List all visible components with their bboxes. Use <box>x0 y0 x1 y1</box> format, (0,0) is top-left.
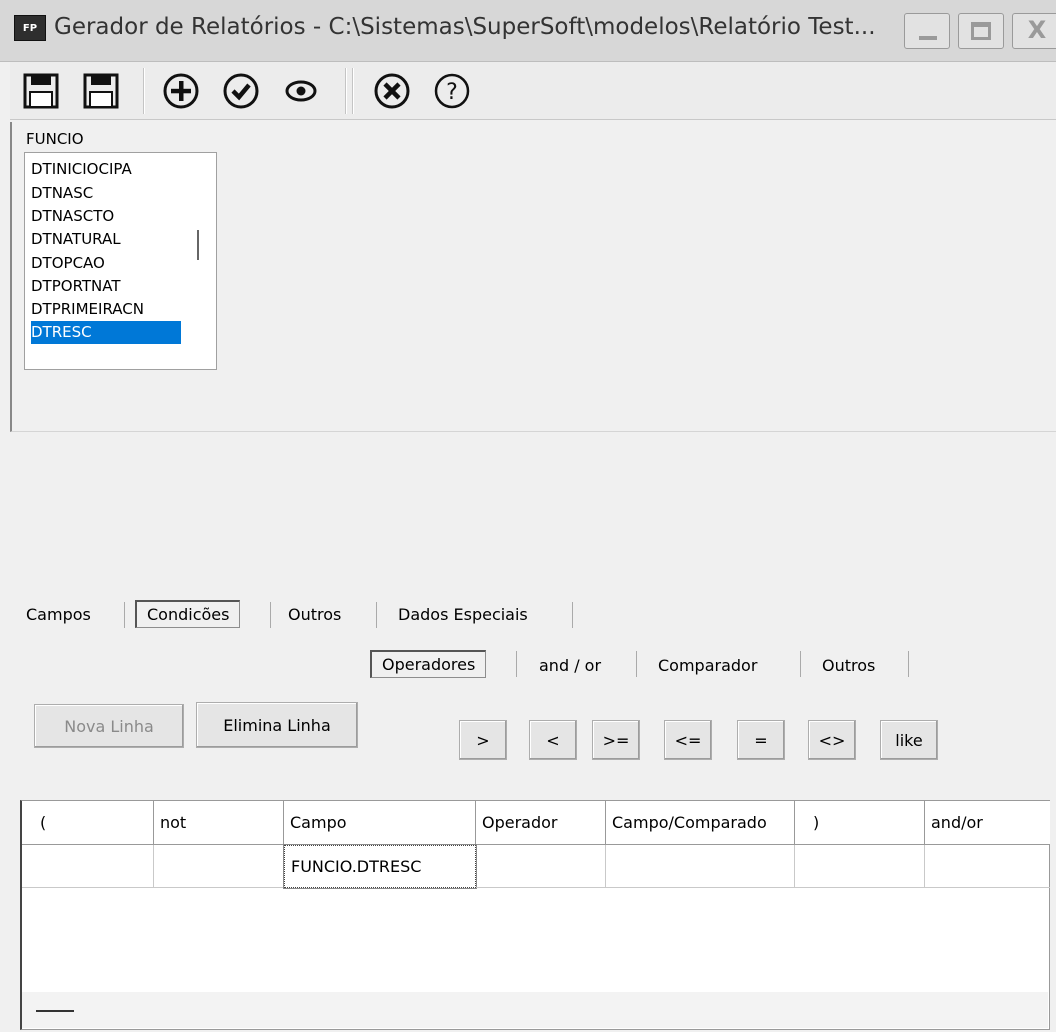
save-as-button[interactable] <box>80 70 122 112</box>
tab-separator <box>516 651 517 677</box>
operator-greater-button[interactable]: > <box>459 720 507 760</box>
tab-campos[interactable]: Campos <box>26 605 91 624</box>
save-icon <box>23 73 59 109</box>
list-item[interactable]: DTINICIOCIPA <box>31 158 181 181</box>
svg-text:?: ? <box>446 80 458 105</box>
grid-cell-campo[interactable]: FUNCIO.DTRESC <box>283 844 477 889</box>
close-window-button[interactable]: X <box>1012 13 1056 49</box>
tab-separator <box>908 651 909 677</box>
grid-scrollbar-thumb[interactable] <box>36 1010 74 1012</box>
list-item[interactable]: DTOPCAO <box>31 252 181 275</box>
tab-separator <box>800 651 801 677</box>
save-button[interactable] <box>20 70 62 112</box>
minimize-icon <box>919 36 937 40</box>
operator-not-equal-button[interactable]: <> <box>808 720 856 760</box>
grid-cell[interactable] <box>22 845 154 888</box>
grid-cell[interactable] <box>795 845 925 888</box>
operator-less-equal-button[interactable]: <= <box>664 720 712 760</box>
grid-cell[interactable] <box>476 845 606 888</box>
help-icon: ? <box>434 73 470 109</box>
grid-header-close-paren[interactable]: ) <box>795 801 925 845</box>
check-circle-icon <box>223 73 259 109</box>
operator-greater-equal-button[interactable]: >= <box>592 720 640 760</box>
tab-outros-sub[interactable]: Outros <box>822 656 875 675</box>
table-name-label: FUNCIO <box>26 130 84 148</box>
tab-separator <box>124 602 125 628</box>
add-button[interactable] <box>160 70 202 112</box>
grid-header-campo[interactable]: Campo <box>284 801 476 845</box>
grid-cell[interactable] <box>154 845 284 888</box>
list-item[interactable]: DTNASC <box>31 182 181 205</box>
toolbar-separator <box>143 68 145 114</box>
window-title: Gerador de Relatórios - C:\Sistemas\Supe… <box>54 14 876 40</box>
grid-header-and-or[interactable]: and/or <box>925 801 1050 845</box>
help-button[interactable]: ? <box>431 70 473 112</box>
close-icon: X <box>1027 16 1047 44</box>
operator-like-button[interactable]: like <box>880 720 938 760</box>
maximize-icon <box>971 22 991 40</box>
field-list[interactable]: DTINICIOCIPA DTNASC DTNASCTO DTNATURAL D… <box>24 152 217 370</box>
grid-header-open-paren[interactable]: ( <box>22 801 154 845</box>
toolbar-separator <box>352 68 354 114</box>
list-item[interactable]: DTNATURAL <box>31 228 181 251</box>
preview-button[interactable] <box>280 70 322 112</box>
tab-separator <box>572 602 573 628</box>
maximize-button[interactable] <box>958 13 1004 49</box>
tab-separator <box>636 651 637 677</box>
app-icon: FP <box>14 15 46 41</box>
list-item[interactable]: DTNASCTO <box>31 205 181 228</box>
new-line-button[interactable]: Nova Linha <box>34 704 184 748</box>
list-scrollbar-thumb[interactable] <box>197 230 199 260</box>
tab-dados-especiais[interactable]: Dados Especiais <box>398 605 528 624</box>
tab-condicoes[interactable]: Condicões <box>135 600 241 628</box>
grid-scrollbar[interactable] <box>22 992 1048 1028</box>
tab-outros[interactable]: Outros <box>288 605 341 624</box>
cancel-button[interactable] <box>371 70 413 112</box>
tab-separator <box>270 602 271 628</box>
grid-cell[interactable] <box>606 845 795 888</box>
tab-operadores[interactable]: Operadores <box>370 650 487 678</box>
operator-equal-button[interactable]: = <box>737 720 785 760</box>
toolbar-separator <box>345 68 347 114</box>
list-item[interactable]: DTPRIMEIRACN <box>31 298 181 321</box>
add-circle-icon <box>163 73 199 109</box>
tab-and-or[interactable]: and / or <box>539 656 601 675</box>
grid-header-operador[interactable]: Operador <box>476 801 606 845</box>
minimize-button[interactable] <box>904 13 950 49</box>
delete-line-button[interactable]: Elimina Linha <box>196 702 358 748</box>
tab-separator <box>376 602 377 628</box>
list-item[interactable]: DTPORTNAT <box>31 275 181 298</box>
grid-header-not[interactable]: not <box>154 801 284 845</box>
list-item-selected[interactable]: DTRESC <box>31 321 181 344</box>
grid-header-campo-comparador[interactable]: Campo/Comparado <box>606 801 795 845</box>
cancel-circle-icon <box>374 73 410 109</box>
operator-less-button[interactable]: < <box>529 720 577 760</box>
tab-comparador[interactable]: Comparador <box>658 656 757 675</box>
eye-icon <box>285 80 317 102</box>
grid-cell[interactable] <box>925 845 1050 888</box>
confirm-button[interactable] <box>220 70 262 112</box>
save-as-icon <box>83 73 119 109</box>
